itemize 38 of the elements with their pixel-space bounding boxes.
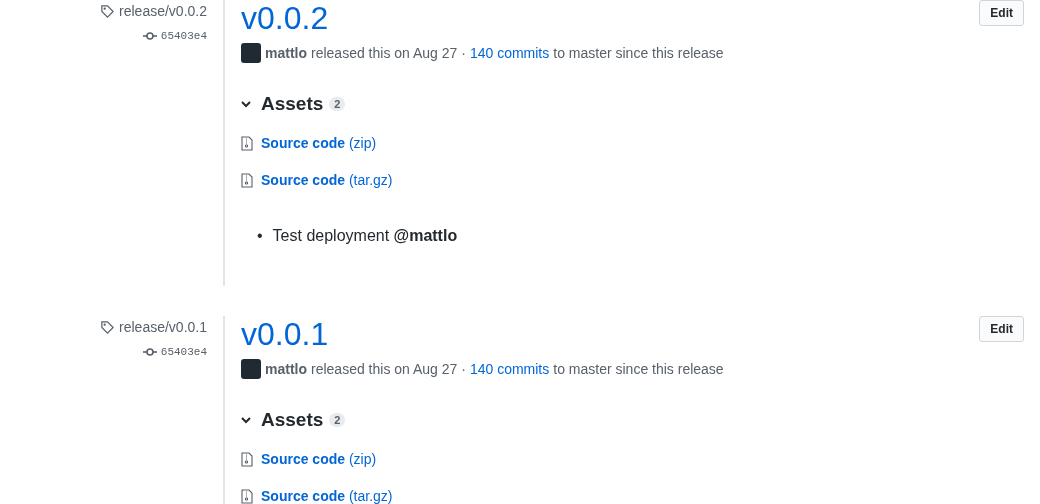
commit-icon [142,32,157,40]
count-badge: 2 [329,413,346,427]
download-link[interactable]: Source code (tar.gz) [261,488,393,504]
tag-link[interactable]: release/v0.0.2 [119,3,207,19]
download-link[interactable]: Source code (zip) [261,451,377,467]
commit-link[interactable]: 65403e4 [160,30,207,42]
author-link[interactable]: mattlo [265,45,307,61]
zip-file-icon [241,451,253,467]
commits-info: to master since this release [553,45,724,61]
avatar [241,43,261,63]
chevron-icon[interactable] [241,416,251,424]
edit-button[interactable]: Edit [979,0,1024,26]
count-badge: 2 [329,97,346,111]
commits-link[interactable]: 140 commits [469,361,550,377]
assets-heading: Assets [261,409,324,431]
zip-file-icon [241,135,253,151]
commits-link[interactable]: 140 commits [469,45,550,61]
commit-link[interactable]: 65403e4 [160,346,207,358]
zip-file-icon [241,488,253,504]
tag-link[interactable]: release/v0.0.1 [119,319,207,335]
commit-icon [142,348,157,356]
zip-file-icon [241,172,253,188]
release-title[interactable]: v0.0.2 [241,0,329,36]
release-title[interactable]: v0.0.1 [241,316,329,352]
assets-heading: Assets [261,93,324,115]
release-note: Test deployment @mattlo [272,226,458,246]
release-info: released this on Aug 27 · [311,361,466,377]
download-link[interactable]: Source code (zip) [261,135,377,151]
download-link[interactable]: Source code (tar.gz) [261,172,393,188]
author-link[interactable]: mattlo [265,361,307,377]
release-info: released this on Aug 27 · [311,45,466,61]
tag-icon [100,3,116,19]
chevron-icon[interactable] [241,100,251,108]
commits-info: to master since this release [553,361,724,377]
tag-icon [100,319,116,335]
avatar [241,359,261,379]
bullet: • [257,226,263,246]
edit-button[interactable]: Edit [979,316,1024,342]
